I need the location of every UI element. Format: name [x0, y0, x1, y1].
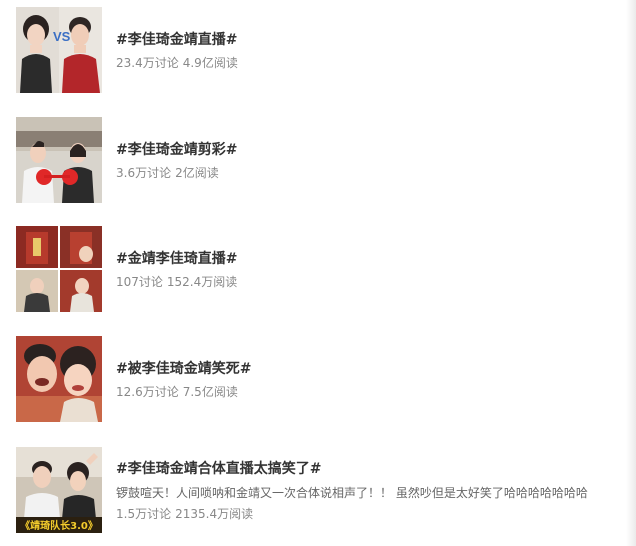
topic-item[interactable]: VS #李佳琦金靖直播# 23.4万讨论 4.9亿阅读 — [16, 7, 616, 93]
topic-thumbnail[interactable] — [16, 117, 102, 203]
topic-item[interactable]: #李佳琦金靖剪彩# 3.6万讨论 2亿阅读 — [16, 117, 616, 203]
topic-title[interactable]: #李佳琦金靖合体直播太搞笑了# — [116, 460, 321, 478]
svg-text:VS: VS — [53, 29, 71, 44]
read-count: 2亿阅读 — [175, 166, 219, 180]
two-people-vs-photo: VS — [16, 7, 102, 93]
topic-thumbnail[interactable]: VS — [16, 7, 102, 93]
discussion-count: 3.6万讨论 — [116, 166, 172, 180]
thumbnail-caption: 《靖琦队长3.0》 — [20, 519, 98, 532]
topic-thumbnail[interactable] — [16, 336, 102, 422]
topic-thumbnail[interactable]: 《靖琦队长3.0》 — [16, 447, 102, 533]
topic-title[interactable]: #被李佳琦金靖笑死# — [116, 360, 251, 378]
read-count: 7.5亿阅读 — [182, 385, 238, 399]
read-count: 152.4万阅读 — [166, 275, 238, 289]
topic-thumbnail[interactable] — [16, 226, 102, 312]
topic-title[interactable]: #李佳琦金靖剪彩# — [116, 141, 237, 159]
livestream-photo: 《靖琦队长3.0》 — [16, 447, 102, 533]
discussion-count: 23.4万讨论 — [116, 56, 179, 70]
topic-item[interactable]: #被李佳琦金靖笑死# 12.6万讨论 7.5亿阅读 — [16, 336, 616, 422]
topic-stats: 23.4万讨论 4.9亿阅读 — [116, 55, 238, 71]
topic-item[interactable]: 《靖琦队长3.0》 #李佳琦金靖合体直播太搞笑了# 锣鼓喧天！人间唢呐和金靖又一… — [16, 447, 616, 533]
discussion-count: 107讨论 — [116, 275, 163, 289]
read-count: 2135.4万阅读 — [175, 507, 254, 521]
laughing-selfie-photo — [16, 336, 102, 422]
topic-stats: 1.5万讨论 2135.4万阅读 — [116, 506, 253, 522]
topic-item[interactable]: #金靖李佳琦直播# 107讨论 152.4万阅读 — [16, 226, 616, 312]
topic-stats: 3.6万讨论 2亿阅读 — [116, 165, 219, 181]
discussion-count: 1.5万讨论 — [116, 507, 172, 521]
topic-list: VS #李佳琦金靖直播# 23.4万讨论 4.9亿阅读 #李佳琦金靖剪彩# 3.… — [0, 0, 636, 546]
topic-stats: 107讨论 152.4万阅读 — [116, 274, 237, 290]
topic-stats: 12.6万讨论 7.5亿阅读 — [116, 384, 238, 400]
discussion-count: 12.6万讨论 — [116, 385, 179, 399]
scroll-edge-shadow — [626, 0, 636, 546]
read-count: 4.9亿阅读 — [182, 56, 238, 70]
four-panel-collage — [16, 226, 102, 312]
topic-description: 锣鼓喧天！人间唢呐和金靖又一次合体说相声了！！ 虽然吵但是太好笑了哈哈哈哈哈哈哈 — [116, 486, 588, 500]
topic-title[interactable]: #金靖李佳琦直播# — [116, 250, 237, 268]
topic-title[interactable]: #李佳琦金靖直播# — [116, 31, 237, 49]
ribbon-cutting-photo — [16, 117, 102, 203]
